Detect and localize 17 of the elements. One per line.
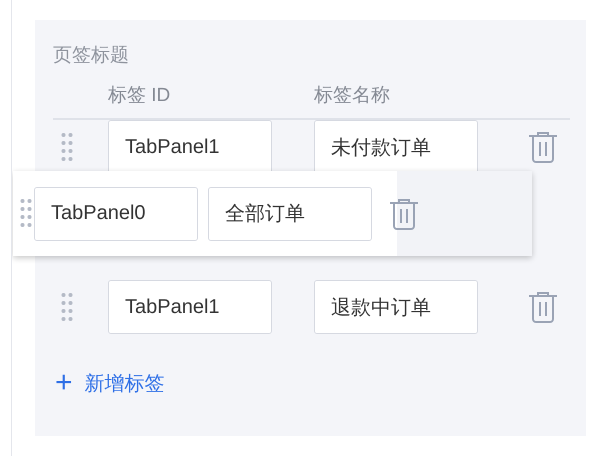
tab-name-field[interactable]: 全部订单 — [208, 186, 372, 240]
tab-id-field[interactable]: TabPanel0 — [34, 186, 198, 240]
tab-id-field[interactable]: TabPanel1 — [108, 280, 272, 334]
tab-name-field[interactable]: 退款中订单 — [314, 280, 478, 334]
drag-handle-icon[interactable] — [20, 198, 32, 228]
dragged-row-card[interactable]: TabPanel0 全部订单 — [13, 171, 532, 256]
tab-name-field[interactable]: 未付款订单 — [314, 120, 478, 174]
section-title: 页签标题 — [53, 44, 130, 68]
trash-icon[interactable] — [528, 131, 558, 163]
add-tab-button[interactable]: + 新增标签 — [55, 368, 165, 398]
column-header: 标签名称 — [314, 84, 390, 108]
tab-id-field[interactable]: TabPanel1 — [108, 120, 272, 174]
trash-icon[interactable] — [389, 198, 419, 230]
drag-handle-icon[interactable] — [61, 292, 73, 322]
trash-icon[interactable] — [528, 291, 558, 323]
drag-handle-icon[interactable] — [61, 132, 73, 162]
column-header: 标签 ID — [108, 84, 172, 108]
